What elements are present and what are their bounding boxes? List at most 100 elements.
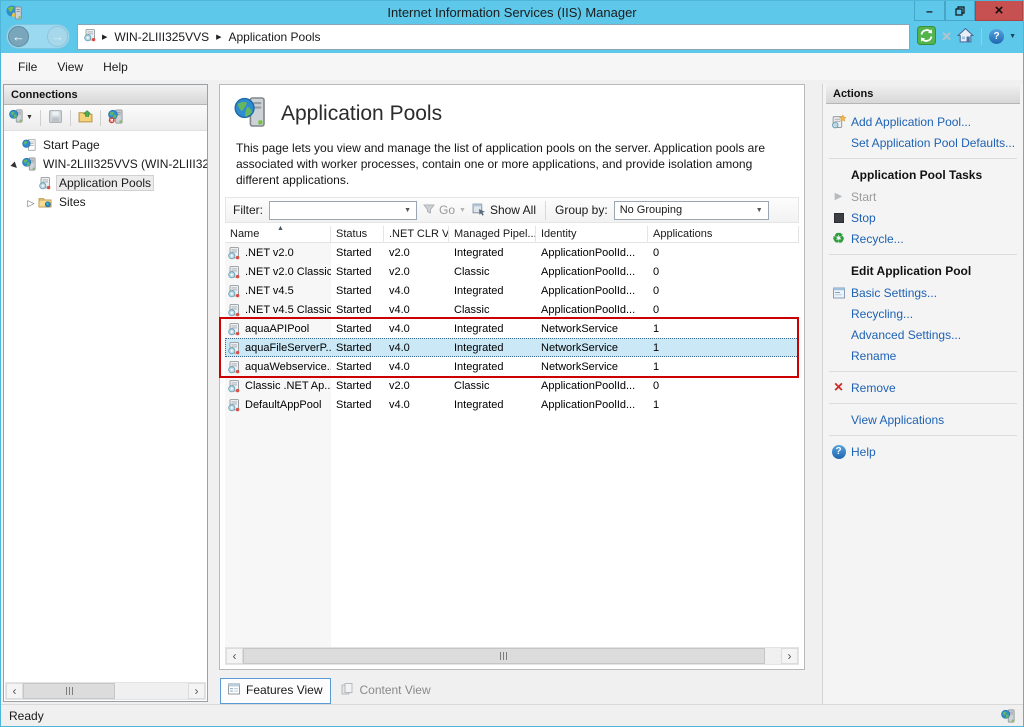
table-cell: 0 xyxy=(648,243,799,262)
connections-tree: Start Page▶WIN-2LIII325VVS (WIN-2LIII32A… xyxy=(4,131,207,681)
breadcrumb: ▶WIN-2LIII325VVS▶Application Pools xyxy=(77,24,910,50)
close-button[interactable]: × xyxy=(975,1,1023,21)
table-row[interactable]: aquaAPIPoolStartedv4.0IntegratedNetworkS… xyxy=(225,319,799,338)
cell-text: ApplicationPoolId... xyxy=(541,304,635,316)
forward-button[interactable]: → xyxy=(47,26,68,47)
sidebar-item-win-2liii325vvs-win-2liii32[interactable]: ▶WIN-2LIII325VVS (WIN-2LIII32 xyxy=(4,154,207,173)
action-remove[interactable]: ×Remove xyxy=(826,377,1020,398)
cell-text: Started xyxy=(336,266,371,278)
table-cell: 1 xyxy=(648,357,799,376)
column-header-net-clr-v[interactable]: .NET CLR V... xyxy=(384,226,449,242)
action-label: View Applications xyxy=(851,413,944,427)
sidebar-item-sites[interactable]: ▷Sites xyxy=(4,192,207,211)
menu-file[interactable]: File xyxy=(8,56,47,78)
scrollbar-thumb[interactable] xyxy=(243,648,765,664)
help-icon[interactable]: ? xyxy=(989,29,1004,44)
column-header-identity[interactable]: Identity xyxy=(536,226,648,242)
action-advanced-settings[interactable]: Advanced Settings... xyxy=(826,324,1020,345)
help-dropdown-caret[interactable]: ▼ xyxy=(1009,33,1016,40)
column-header-status[interactable]: Status xyxy=(331,226,384,242)
up-level-icon[interactable] xyxy=(78,109,93,127)
action-recycling[interactable]: Recycling... xyxy=(826,303,1020,324)
column-header-name[interactable]: Name▲ xyxy=(225,226,331,242)
table-row[interactable]: DefaultAppPoolStartedv4.0IntegratedAppli… xyxy=(225,395,799,414)
action-add-application-pool[interactable]: Add Application Pool... xyxy=(826,111,1020,132)
action-help[interactable]: ?Help xyxy=(826,441,1020,462)
table-cell: v2.0 xyxy=(384,376,449,395)
cell-text: Classic xyxy=(454,380,489,392)
list-horizontal-scrollbar[interactable]: ‹ › xyxy=(225,647,799,665)
table-row[interactable]: aquaFileServerP...Startedv4.0IntegratedN… xyxy=(225,338,799,357)
table-cell: v2.0 xyxy=(384,262,449,281)
sidebar-item-application-pools[interactable]: Application Pools xyxy=(4,173,207,192)
column-header-applications[interactable]: Applications xyxy=(648,226,799,242)
breadcrumb-item-application-pools[interactable]: Application Pools xyxy=(227,28,323,46)
tree-expander-icon[interactable]: ▷ xyxy=(24,195,38,209)
cell-text: v4.0 xyxy=(389,342,410,354)
table-cell: Classic .NET Ap... xyxy=(225,376,331,395)
refresh-icon[interactable] xyxy=(917,26,936,48)
cell-text: .NET v2.0 xyxy=(245,247,294,259)
breadcrumb-item-win-2liii325vvs[interactable]: WIN-2LIII325VVS xyxy=(112,28,211,46)
table-row[interactable]: .NET v4.5 ClassicStartedv4.0ClassicAppli… xyxy=(225,300,799,319)
action-rename[interactable]: Rename xyxy=(826,345,1020,366)
combobox-caret[interactable]: ▼ xyxy=(399,207,416,214)
scrollbar-thumb[interactable] xyxy=(23,683,115,699)
app-pool-icon xyxy=(227,265,241,279)
dropdown-caret[interactable]: ▼ xyxy=(751,207,768,214)
table-cell: Integrated xyxy=(449,319,536,338)
action-label: Add Application Pool... xyxy=(851,115,971,129)
table-cell: Started xyxy=(331,300,384,319)
show-all-button[interactable]: Show All xyxy=(472,202,536,219)
sidebar-item-start-page[interactable]: Start Page xyxy=(4,135,207,154)
back-button[interactable]: ← xyxy=(8,26,29,47)
column-header-label: Name xyxy=(230,228,259,240)
action-view-applications[interactable]: View Applications xyxy=(826,409,1020,430)
server-icon xyxy=(22,157,36,171)
table-cell: Started xyxy=(331,357,384,376)
restore-button[interactable] xyxy=(945,1,975,21)
view-tabs: Features ViewContent View xyxy=(219,670,805,704)
menu-help[interactable]: Help xyxy=(93,56,138,78)
action-recycle[interactable]: ♻Recycle... xyxy=(826,228,1020,249)
status-text: Ready xyxy=(9,709,44,723)
table-cell: Started xyxy=(331,319,384,338)
column-header-managed-pipel[interactable]: Managed Pipel... xyxy=(449,226,536,242)
connect-dropdown-caret[interactable]: ▼ xyxy=(26,114,33,121)
table-row[interactable]: .NET v4.5Startedv4.0IntegratedApplicatio… xyxy=(225,281,799,300)
table-row[interactable]: .NET v2.0Startedv2.0IntegratedApplicatio… xyxy=(225,243,799,262)
table-cell: Classic xyxy=(449,262,536,281)
scroll-right-button[interactable]: › xyxy=(781,648,798,664)
action-label: Recycle... xyxy=(851,232,904,246)
filter-combobox[interactable]: ▼ xyxy=(269,201,417,220)
scroll-right-button[interactable]: › xyxy=(188,683,205,699)
cell-text: v2.0 xyxy=(389,247,410,259)
table-cell: DefaultAppPool xyxy=(225,395,331,414)
tree-expander-icon[interactable]: ▶ xyxy=(8,157,22,171)
table-row[interactable]: .NET v2.0 ClassicStartedv2.0ClassicAppli… xyxy=(225,262,799,281)
cell-text: v4.0 xyxy=(389,399,410,411)
group-by-dropdown[interactable]: No Grouping ▼ xyxy=(614,201,769,220)
connect-server-icon[interactable] xyxy=(9,109,23,126)
tab-content-view[interactable]: Content View xyxy=(334,679,438,703)
home-icon[interactable] xyxy=(957,27,974,47)
action-basic-settings[interactable]: Basic Settings... xyxy=(826,282,1020,303)
scroll-left-button[interactable]: ‹ xyxy=(226,648,243,664)
table-row[interactable]: aquaWebservice...Startedv4.0IntegratedNe… xyxy=(225,357,799,376)
table-row[interactable]: Classic .NET Ap...Startedv2.0ClassicAppl… xyxy=(225,376,799,395)
navigation-bar: ← → ▶WIN-2LIII325VVS▶Application Pools ✕… xyxy=(1,23,1023,53)
minimize-button[interactable]: – xyxy=(914,1,945,21)
action-stop[interactable]: Stop xyxy=(826,207,1020,228)
scroll-left-button[interactable]: ‹ xyxy=(6,683,23,699)
tab-features-view[interactable]: Features View xyxy=(220,678,331,704)
table-cell: Started xyxy=(331,338,384,357)
action-set-application-pool-defaults[interactable]: Set Application Pool Defaults... xyxy=(826,132,1020,153)
table-cell: 0 xyxy=(648,281,799,300)
table-cell: ApplicationPoolId... xyxy=(536,262,648,281)
tree-item-label: Start Page xyxy=(40,137,103,153)
disconnect-icon[interactable] xyxy=(108,109,123,127)
menu-view[interactable]: View xyxy=(47,56,93,78)
toolbar-divider xyxy=(70,110,71,126)
connections-horizontal-scrollbar[interactable]: ‹ › xyxy=(5,682,206,700)
table-cell: .NET v4.5 xyxy=(225,281,331,300)
